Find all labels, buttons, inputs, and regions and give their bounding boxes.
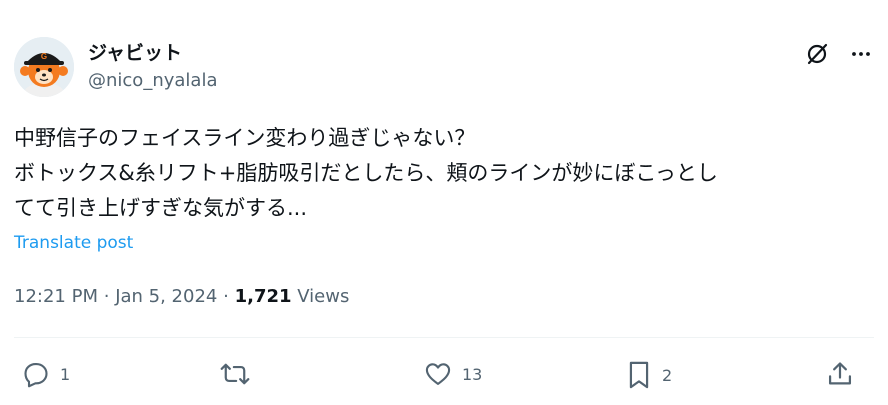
meta-separator: · (223, 286, 229, 307)
grok-icon[interactable] (804, 41, 830, 67)
like-count: 13 (462, 364, 483, 384)
share-button[interactable] (826, 360, 854, 388)
like-button[interactable]: 13 (424, 360, 482, 388)
tweet-text-line: ボトックス&糸リフト+脂肪吸引だとしたら、頬のラインが妙にぼこっとし (14, 161, 718, 185)
avatar[interactable]: G (14, 37, 74, 97)
handle[interactable]: @nico_nyalala (88, 68, 217, 94)
header-actions (804, 41, 874, 67)
repost-icon (220, 363, 250, 385)
meta-separator: · (103, 286, 110, 307)
divider (14, 337, 874, 338)
tweet-meta: 12:21 PM · Jan 5, 2024 · 1,721 Views (14, 286, 349, 307)
like-icon (425, 363, 451, 385)
avatar-image: G (14, 37, 74, 97)
tweet-text-line: てて引き上げすぎな気がする... (14, 196, 308, 220)
author-block[interactable]: ジャビット @nico_nyalala (88, 40, 217, 94)
reply-count: 1 (60, 364, 71, 384)
svg-text:G: G (41, 52, 47, 61)
tweet-date[interactable]: Jan 5, 2024 (115, 286, 217, 307)
reply-button[interactable]: 1 (22, 360, 70, 388)
bookmark-button[interactable]: 2 (626, 360, 672, 390)
tweet-time[interactable]: 12:21 PM (14, 286, 98, 307)
display-name[interactable]: ジャビット (88, 40, 217, 66)
share-icon (828, 362, 852, 385)
bookmark-icon (629, 361, 649, 389)
repost-button[interactable] (220, 360, 260, 388)
bookmark-count: 2 (662, 365, 673, 385)
views-count: 1,721 (234, 286, 292, 307)
action-bar: 1 13 2 (14, 352, 874, 396)
reply-icon (24, 363, 48, 388)
translate-post-link[interactable]: Translate post (14, 233, 133, 253)
tweet-text-line: 中野信子のフェイスライン変わり過ぎじゃない？ (14, 126, 476, 150)
views-label: Views (297, 286, 350, 307)
tweet-text: 中野信子のフェイスライン変わり過ぎじゃない？ ボトックス&糸リフト+脂肪吸引だと… (14, 121, 874, 226)
tweet-header: G ジャビット @nico_nyalala (14, 37, 874, 99)
more-icon[interactable] (848, 41, 874, 67)
